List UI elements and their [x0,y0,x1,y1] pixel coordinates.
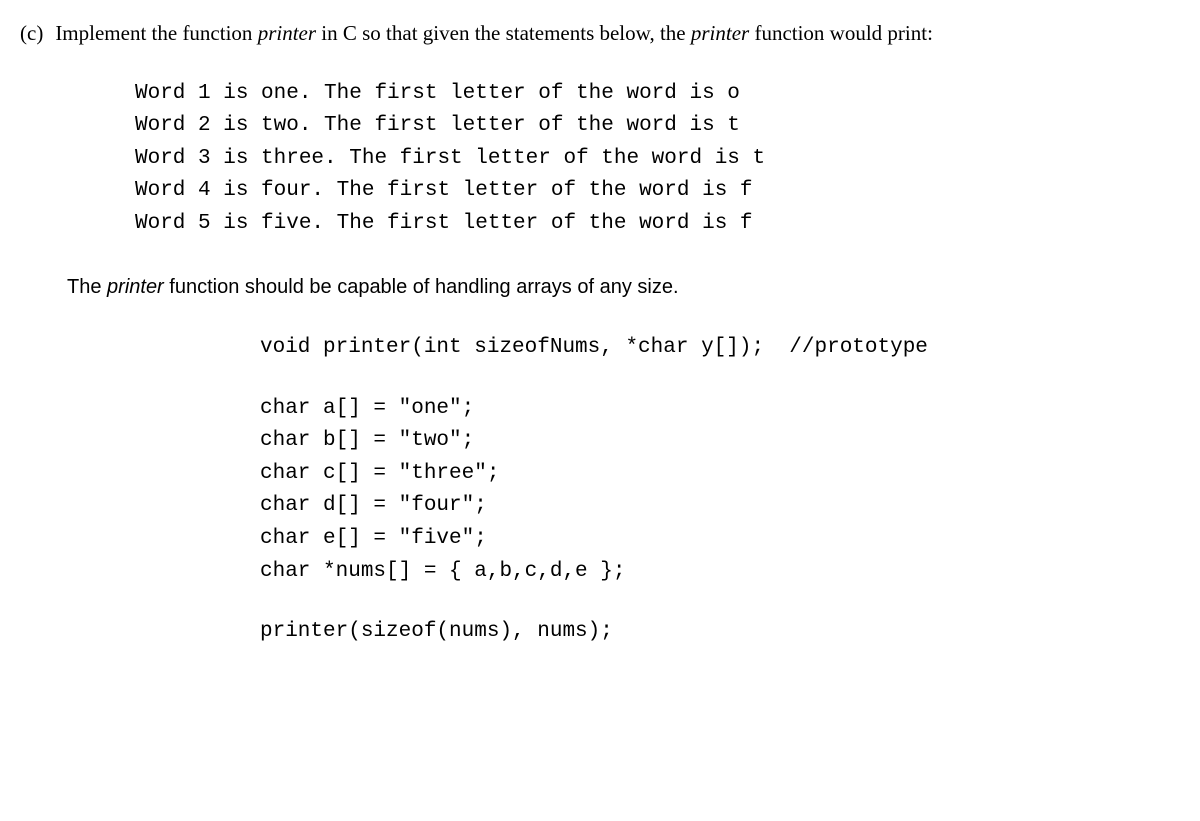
output-line-4: Word 4 is four. The first letter of the … [135,179,753,202]
question-text-part2: in C so that given the statements below,… [316,21,691,45]
decl-line-3: char c[] = "three"; [260,462,499,485]
decl-line-1: char a[] = "one"; [260,397,474,420]
output-line-2: Word 2 is two. The first letter of the w… [135,114,740,137]
decl-line-4: char d[] = "four"; [260,494,487,517]
output-line-3: Word 3 is three. The first letter of the… [135,147,765,170]
call-line: printer(sizeof(nums), nums); [260,620,613,643]
decl-line-6: char *nums[] = { a,b,c,d,e }; [260,560,625,583]
printer-italic-1: printer [258,21,316,45]
decl-line-2: char b[] = "two"; [260,429,474,452]
expected-output: Word 1 is one. The first letter of the w… [135,78,1180,241]
question-text: Implement the function printer in C so t… [55,18,1180,50]
instruction-text: The printer function should be capable o… [67,272,1180,302]
output-line-1: Word 1 is one. The first letter of the w… [135,82,740,105]
decl-line-5: char e[] = "five"; [260,527,487,550]
code-prototype: void printer(int sizeofNums, *char y[]);… [260,332,1180,365]
question-header: (c) Implement the function printer in C … [20,18,1180,50]
code-call: printer(sizeof(nums), nums); [260,616,1180,649]
printer-italic-2: printer [691,21,749,45]
question-text-part1: Implement the function [55,21,257,45]
output-line-5: Word 5 is five. The first letter of the … [135,212,753,235]
question-text-part3: function would print: [749,21,933,45]
code-declarations: char a[] = "one"; char b[] = "two"; char… [260,393,1180,588]
question-label: (c) [20,18,43,50]
instruction-before: The [67,276,107,298]
printer-italic-3: printer [107,276,164,298]
prototype-line: void printer(int sizeofNums, *char y[]);… [260,336,928,359]
instruction-after: function should be capable of handling a… [164,276,679,298]
